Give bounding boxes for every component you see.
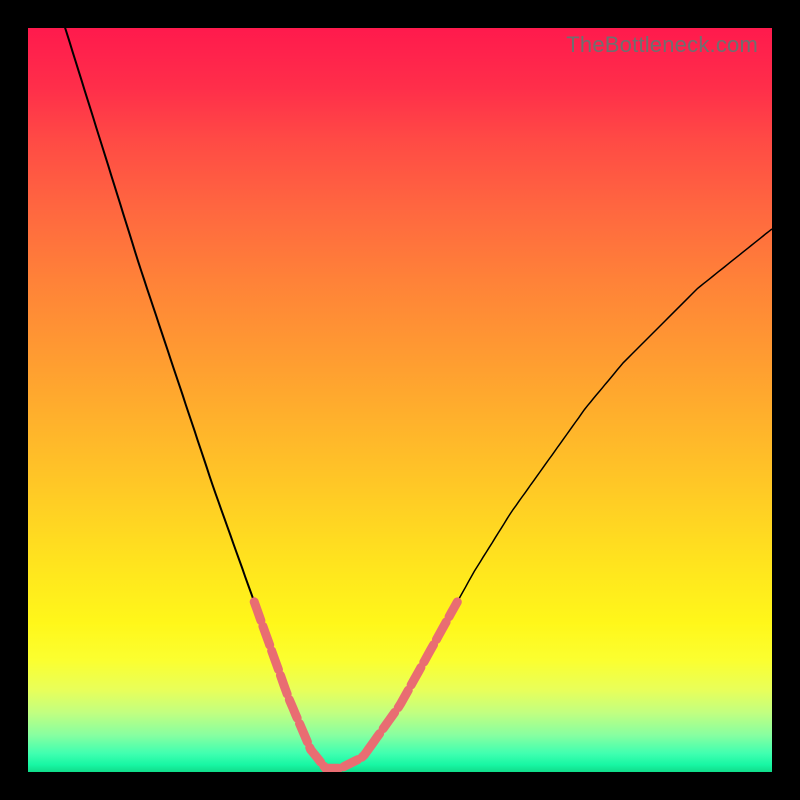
- tolerance-band-floor: [311, 750, 368, 769]
- chart-overlay-svg: [28, 28, 772, 772]
- bottleneck-curve-right: [326, 229, 772, 768]
- tolerance-band-left: [254, 602, 311, 750]
- chart-plot-area: TheBottleneck.com: [28, 28, 772, 772]
- tolerance-band-right: [368, 602, 457, 750]
- chart-frame: TheBottleneck.com: [0, 0, 800, 800]
- watermark-text: TheBottleneck.com: [566, 32, 758, 58]
- bottleneck-curve-left: [28, 28, 326, 768]
